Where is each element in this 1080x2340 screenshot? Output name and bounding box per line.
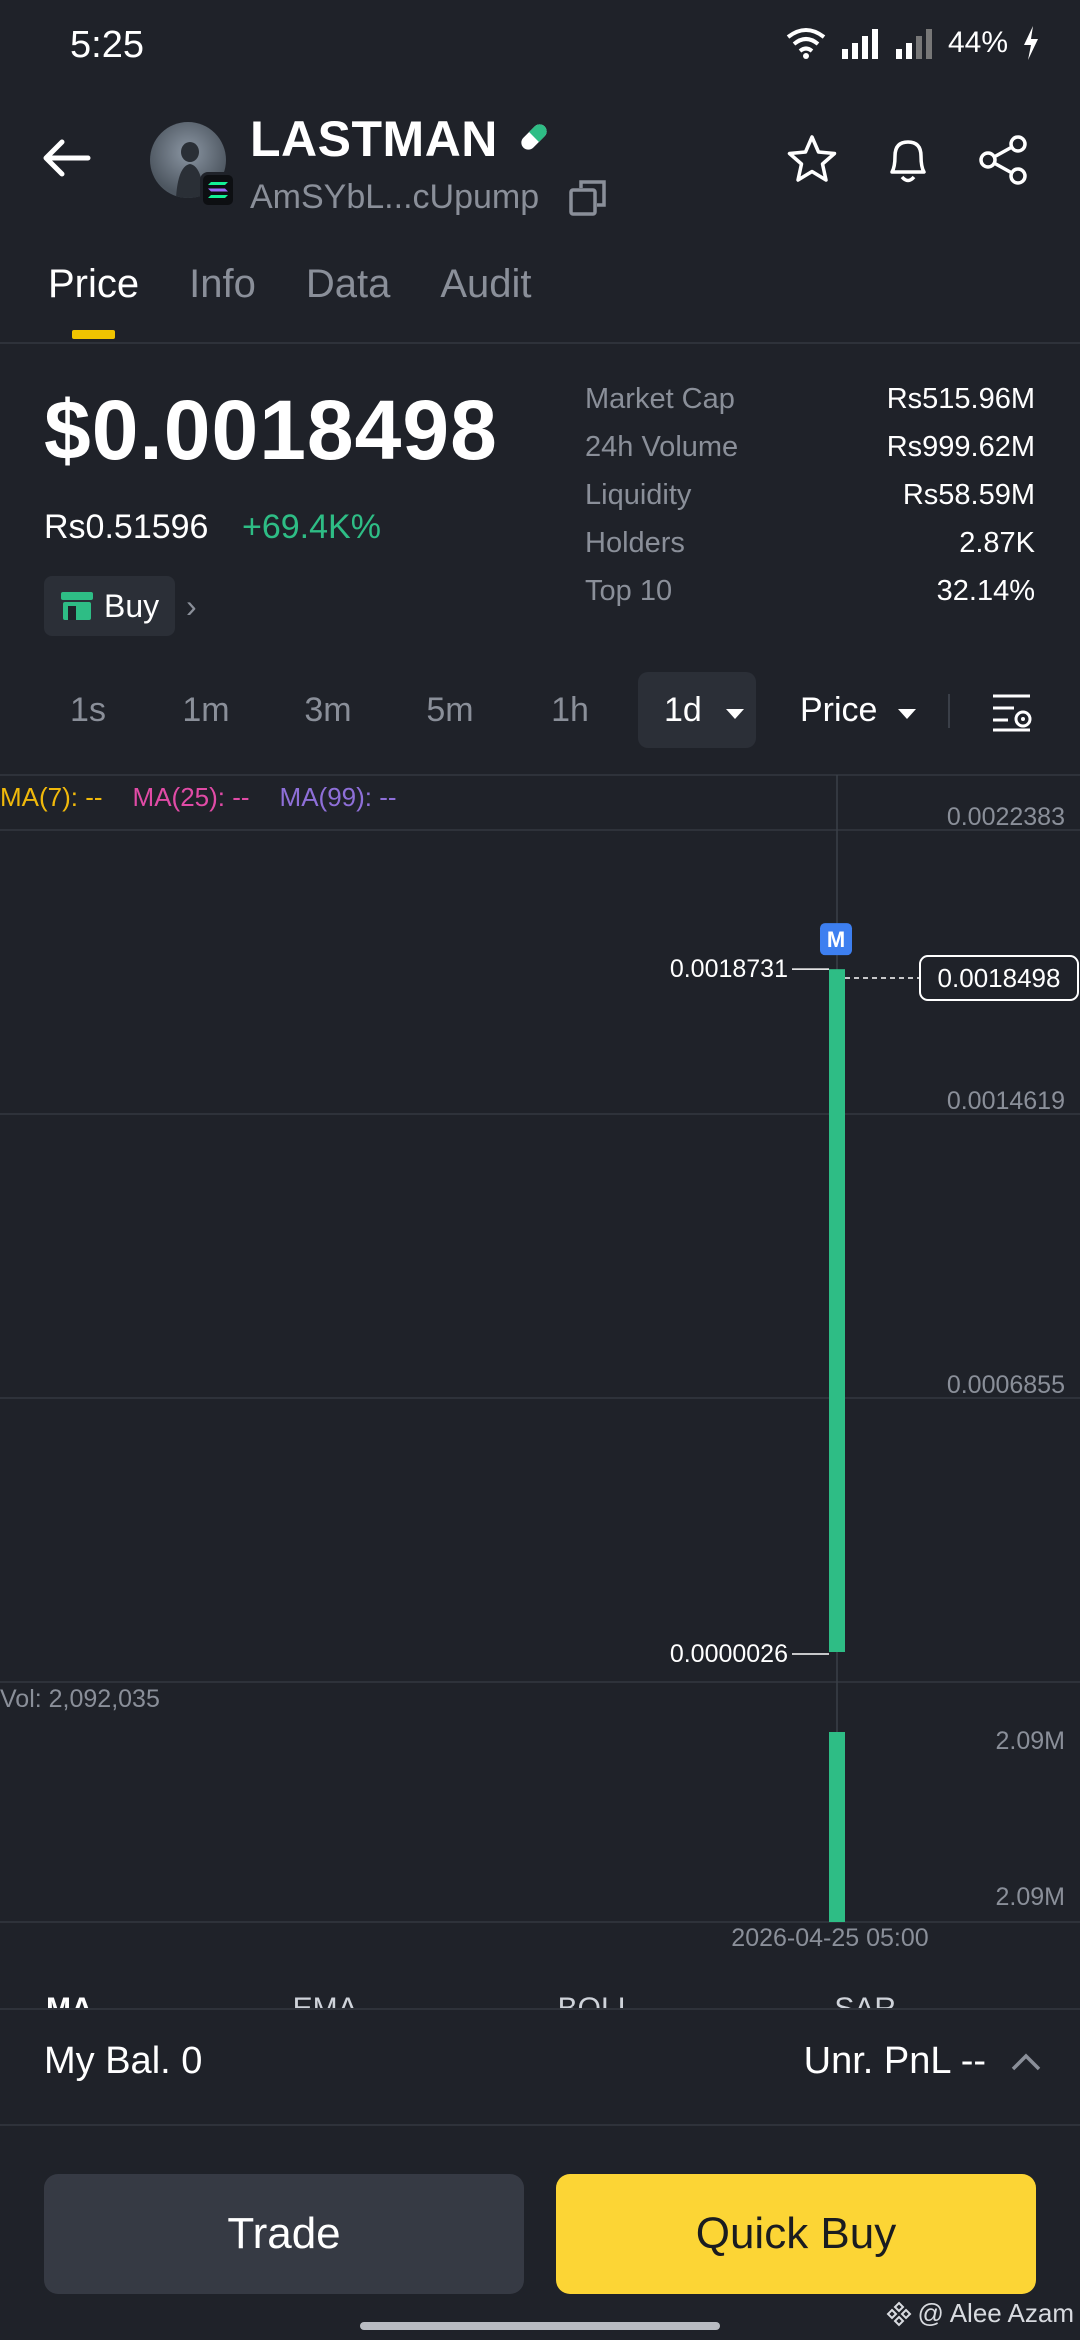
pnl-value: -- [960, 2040, 986, 2082]
chevron-up-icon[interactable] [1010, 2052, 1042, 2072]
interval-1s[interactable]: 1s [48, 672, 128, 748]
pnl-label: Unr. PnL [803, 2040, 951, 2082]
indicator-ema[interactable]: EMA [293, 1988, 358, 2008]
signal-icon [841, 29, 878, 59]
indicator-boll[interactable]: BOLL [558, 1988, 635, 2008]
wifi-icon [786, 28, 826, 59]
watermark-text: @ Alee Azam [917, 2298, 1074, 2328]
token-name: LASTMAN [250, 111, 498, 167]
price-change: +69.4K% [242, 508, 381, 546]
balance-label: My Bal. [44, 2040, 171, 2082]
share-icon[interactable] [976, 132, 1032, 188]
volume-bar [829, 1732, 845, 1922]
back-arrow-icon[interactable] [38, 130, 94, 186]
indicator-ma[interactable]: MA [46, 1988, 93, 2008]
price-type-label: Price [800, 691, 878, 729]
interval-1d[interactable]: 1d [638, 672, 756, 748]
token-address: AmSYbL...cUpump [250, 178, 540, 216]
current-price: $0.0018498 [44, 383, 498, 477]
trade-button[interactable]: Trade [44, 2174, 524, 2294]
home-indicator[interactable] [360, 2322, 720, 2330]
pill-icon [521, 124, 547, 150]
status-icons: 44% [786, 26, 1040, 60]
buy-label: Buy [104, 587, 160, 624]
status-time: 5:25 [70, 24, 144, 66]
price-chart[interactable]: 0.0022383 0.0014619 0.0006855 0.0018731 … [0, 775, 1080, 1950]
volume-label: Vol: 2,092,035 [0, 1685, 160, 1713]
interval-1d-label: 1d [664, 691, 702, 729]
marker-label: M [827, 927, 845, 952]
ma7-legend: MA(7): -- [0, 782, 103, 812]
indicator-tabs: MA EMA BOLL SAR [46, 1988, 896, 2008]
tab-data[interactable]: Data [306, 262, 391, 307]
high-label: 0.0018731 [670, 955, 788, 983]
current-price-tag: 0.0018498 [938, 963, 1061, 993]
ma99-legend: MA(99): -- [279, 782, 397, 812]
interval-3m[interactable]: 3m [288, 672, 368, 748]
tab-divider [0, 342, 1080, 344]
bell-icon[interactable] [880, 132, 936, 188]
x-axis-label: 2026-04-25 05:00 [731, 1924, 928, 1950]
toolbar-separator [948, 694, 950, 728]
star-icon[interactable] [784, 132, 840, 188]
unrealized-pnl[interactable]: Unr. PnL -- [804, 2040, 1042, 2083]
grid-lines [0, 775, 1080, 1923]
price-type-dropdown[interactable]: Price [800, 672, 917, 748]
y-tick-1: 0.0022383 [947, 803, 1065, 831]
y-tick-2: 0.0014619 [947, 1087, 1065, 1115]
stat-liquidity: Liquidity Rs58.59M [585, 479, 1035, 511]
my-balance: My Bal. 0 [44, 2040, 202, 2083]
tab-info[interactable]: Info [189, 262, 256, 307]
buy-button[interactable]: Buy [44, 576, 176, 636]
caret-down-icon [897, 709, 916, 719]
vol-tick-top: 2.09M [996, 1727, 1065, 1755]
indicator-sar[interactable]: SAR [834, 1988, 896, 2008]
exchange-icon [61, 592, 93, 620]
interval-1m[interactable]: 1m [166, 672, 246, 748]
tab-price[interactable]: Price [48, 262, 139, 339]
low-label: 0.0000026 [670, 1640, 788, 1668]
tab-bar: Price Info Data Audit [48, 262, 532, 339]
tab-audit[interactable]: Audit [440, 262, 531, 307]
binance-icon [886, 2301, 911, 2326]
interval-bar: 1s 1m 3m 5m 1h 1d Price [0, 672, 1080, 756]
indicator-settings-icon[interactable] [990, 690, 1034, 734]
stat-market-cap: Market Cap Rs515.96M [585, 383, 1035, 415]
solana-icon [200, 172, 236, 208]
signal-2-icon [895, 29, 932, 59]
interval-5m[interactable]: 5m [410, 672, 490, 748]
stat-top10: Top 10 32.14% [585, 575, 1035, 607]
stat-holders: Holders 2.87K [585, 527, 1035, 559]
local-price: Rs0.51596 [44, 508, 209, 546]
y-tick-3: 0.0006855 [947, 1371, 1065, 1399]
token-stats: Market Cap Rs515.96M 24h Volume Rs999.62M … [585, 383, 1035, 623]
ma-legend: MA(7): -- MA(25): -- MA(99): -- [0, 782, 397, 813]
vol-tick-bottom: 2.09M [996, 1883, 1065, 1911]
candle-body [829, 969, 845, 1652]
copy-icon[interactable] [568, 178, 608, 218]
balance-value: 0 [181, 2040, 203, 2082]
interval-1h[interactable]: 1h [530, 672, 610, 748]
stat-24h-volume: 24h Volume Rs999.62M [585, 431, 1035, 463]
ma25-legend: MA(25): -- [132, 782, 250, 812]
quick-buy-button[interactable]: Quick Buy [556, 2174, 1036, 2294]
battery-level: 44% [947, 26, 1008, 59]
watermark: @ Alee Azam [886, 2298, 1074, 2329]
caret-down-icon [726, 709, 745, 719]
charging-icon [1024, 26, 1038, 60]
chevron-right-icon[interactable]: › [186, 588, 197, 625]
